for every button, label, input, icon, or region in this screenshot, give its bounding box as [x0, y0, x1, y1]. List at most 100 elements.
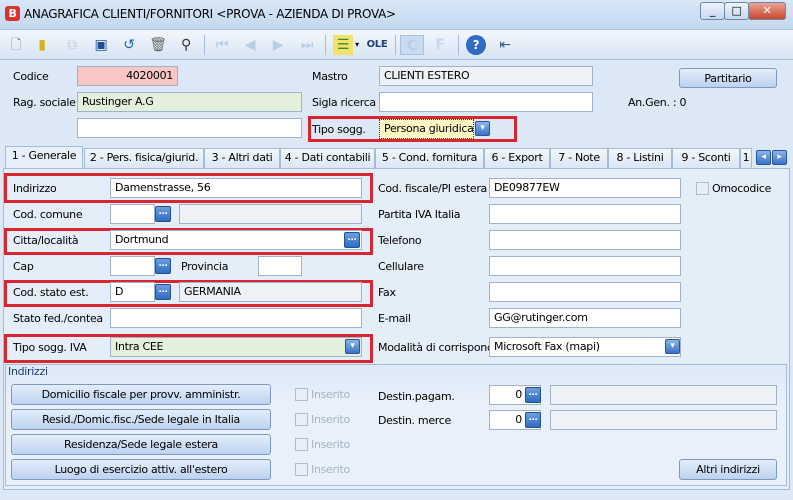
first-record-icon[interactable]: ⏮ — [212, 35, 232, 55]
inserito-label: Inserito — [311, 413, 350, 426]
ole-button[interactable]: OLE — [366, 35, 388, 55]
telefono-label: Telefono — [378, 234, 422, 247]
f-button[interactable]: F — [430, 35, 450, 55]
tab-export[interactable]: 6 - Export — [484, 148, 550, 168]
luogo-esercizio-button[interactable]: Luogo di esercizio attiv. all'estero — [11, 459, 271, 480]
chevron-down-icon[interactable]: ▾ — [475, 121, 490, 136]
indirizzo-label: Indirizzo — [13, 182, 57, 195]
separator — [458, 35, 459, 55]
lookup-button[interactable]: … — [155, 258, 171, 274]
altri-indirizzi-button[interactable]: Altri indirizzi — [679, 459, 777, 480]
copy-icon[interactable]: ⧉ — [62, 35, 82, 55]
delete-icon[interactable]: 🗑 — [148, 35, 168, 55]
stato-field[interactable]: D — [110, 282, 155, 302]
chevron-down-icon[interactable]: ▾ — [665, 339, 680, 354]
lookup-button[interactable]: … — [525, 412, 541, 428]
cod-comune-field[interactable] — [110, 204, 155, 224]
lookup-button[interactable]: … — [344, 232, 360, 248]
window-title: ANAGRAFICA CLIENTI/FORNITORI <PROVA - AZ… — [24, 7, 396, 21]
omocodice-checkbox[interactable] — [696, 182, 709, 195]
search-binoculars-icon[interactable]: ⚲ — [176, 35, 196, 55]
cap-label: Cap — [13, 260, 34, 273]
separator — [395, 35, 396, 55]
previous-record-icon[interactable]: ◀ — [240, 35, 260, 55]
minimize-button[interactable]: _ — [700, 2, 725, 20]
indirizzo-field[interactable]: Damenstrasse, 56 — [110, 178, 362, 198]
separator — [204, 35, 205, 55]
cod-comune-label: Cod. comune — [13, 208, 83, 221]
provincia-field[interactable] — [258, 256, 302, 276]
tab-pers-fisica[interactable]: 2 - Pers. fisica/giurid. — [84, 148, 204, 168]
c-button[interactable]: C — [400, 35, 424, 55]
close-button[interactable]: ✕ — [748, 2, 786, 20]
inserito-checkbox[interactable] — [295, 413, 308, 426]
cf-field[interactable]: DE09877EW — [489, 178, 681, 198]
chevron-down-icon[interactable]: ▾ — [345, 339, 360, 354]
maximize-button[interactable]: □ — [724, 2, 749, 20]
exit-icon[interactable]: ⇤ — [495, 35, 515, 55]
sigla-label: Sigla ricerca — [312, 96, 376, 109]
tab-generale[interactable]: 1 - Generale — [5, 146, 83, 169]
new-document-icon[interactable]: 🗋 — [6, 35, 26, 55]
tipo-sogg-label: Tipo sogg. — [312, 123, 366, 136]
title-bar: B ANAGRAFICA CLIENTI/FORNITORI <PROVA - … — [0, 0, 793, 30]
modalita-select[interactable]: Microsoft Fax (mapi) — [489, 337, 681, 357]
piva-label: Partita IVA Italia — [378, 208, 461, 221]
inserito-checkbox[interactable] — [295, 463, 308, 476]
inserito-checkbox[interactable] — [295, 388, 308, 401]
provincia-label: Provincia — [181, 260, 229, 273]
statofed-field[interactable] — [110, 308, 362, 328]
partitario-button[interactable]: Partitario — [679, 68, 777, 88]
tab-cond-fornitura[interactable]: 5 - Cond. fornitura — [375, 148, 484, 168]
modalita-label: Modalità di corrispond. — [378, 341, 497, 354]
save-icon[interactable]: ▣ — [91, 35, 111, 55]
fax-field[interactable] — [489, 282, 681, 302]
toolbar: 🗋 ▮ ⧉ ▣ ↺ 🗑 ⚲ ⏮ ◀ ▶ ⏭ ☰ ▾ OLE C F ? ⇤ — [0, 30, 793, 60]
email-label: E-mail — [378, 312, 411, 325]
tipo-iva-select[interactable]: Intra CEE — [110, 337, 362, 357]
rag-sociale-field[interactable]: Rustinger A.G — [77, 92, 302, 112]
tab-more[interactable]: 1 — [740, 148, 752, 168]
lookup-button[interactable]: … — [155, 206, 171, 222]
tab-scroll-right-icon[interactable]: ▸ — [772, 150, 787, 165]
separator — [325, 35, 326, 55]
tab-listini[interactable]: 8 - Listini — [608, 148, 672, 168]
extra-field[interactable] — [77, 118, 302, 138]
lookup-button[interactable]: … — [525, 387, 541, 403]
telefono-field[interactable] — [489, 230, 681, 250]
citta-field[interactable]: Dortmund — [110, 230, 362, 250]
last-record-icon[interactable]: ⏭ — [297, 35, 317, 55]
lookup-button[interactable]: … — [155, 284, 171, 300]
tipo-sogg-select[interactable]: Persona giuridica — [379, 119, 474, 139]
open-folder-icon[interactable]: ▮ — [32, 35, 52, 55]
comune-desc-field — [179, 204, 362, 224]
omocodice-label: Omocodice — [712, 182, 772, 195]
list-options-icon[interactable]: ☰ — [333, 35, 353, 55]
residenza-estera-button[interactable]: Residenza/Sede legale estera — [11, 434, 271, 455]
sigla-field[interactable] — [379, 92, 593, 112]
email-field[interactable]: GG@rutinger.com — [489, 308, 681, 328]
inserito-checkbox[interactable] — [295, 438, 308, 451]
tab-dati-contabili[interactable]: 4 - Dati contabili — [280, 148, 375, 168]
domicilio-fiscale-button[interactable]: Domicilio fiscale per provv. amministr. — [11, 384, 271, 405]
stato-label: Cod. stato est. — [13, 286, 89, 299]
tab-scroll-left-icon[interactable]: ◂ — [756, 150, 771, 165]
mastro-field: CLIENTI ESTERO — [379, 66, 593, 86]
undo-icon[interactable]: ↺ — [119, 35, 139, 55]
codice-field[interactable]: 4020001 — [77, 66, 178, 86]
inserito-label: Inserito — [311, 463, 350, 476]
piva-field[interactable] — [489, 204, 681, 224]
cap-field[interactable] — [110, 256, 155, 276]
tab-note[interactable]: 7 - Note — [550, 148, 608, 168]
chevron-down-icon[interactable]: ▾ — [352, 35, 362, 55]
inserito-label: Inserito — [311, 388, 350, 401]
destin-merce-label: Destin. merce — [378, 414, 451, 427]
tab-altri-dati[interactable]: 3 - Altri dati — [204, 148, 280, 168]
inserito-label: Inserito — [311, 438, 350, 451]
mastro-label: Mastro — [312, 70, 348, 83]
tab-sconti[interactable]: 9 - Sconti — [672, 148, 740, 168]
help-icon[interactable]: ? — [466, 35, 486, 55]
next-record-icon[interactable]: ▶ — [268, 35, 288, 55]
residenza-italia-button[interactable]: Resid./Domic.fisc./Sede legale in Italia — [11, 409, 271, 430]
cellulare-field[interactable] — [489, 256, 681, 276]
